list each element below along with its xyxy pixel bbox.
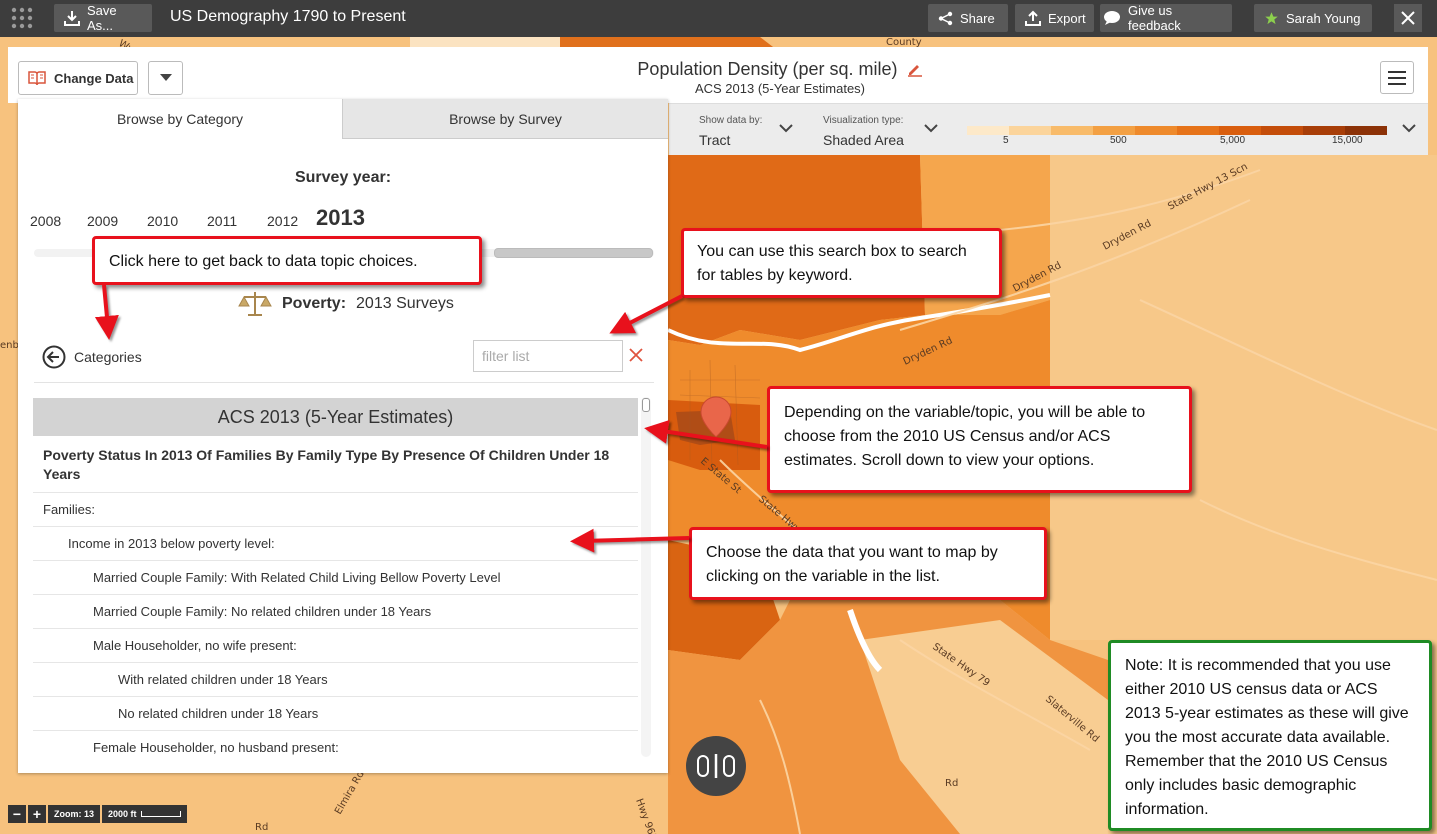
callout-arrows [94,284,768,553]
arrow-to-list [570,528,690,553]
arrow-to-categories [94,284,119,340]
arrow-to-search [609,294,683,334]
arrow-to-survey-header [644,419,768,449]
